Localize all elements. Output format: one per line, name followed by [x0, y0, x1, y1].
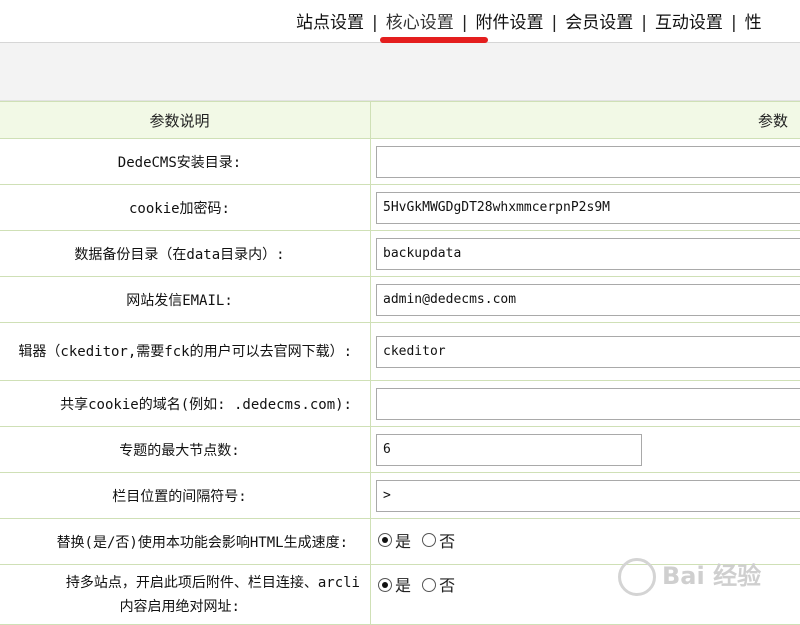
tab-interaction-settings[interactable]: 互动设置 [649, 8, 729, 33]
max-nodes-input[interactable]: 6 [376, 434, 642, 466]
tab-separator: | [370, 13, 380, 33]
top-tab-bar: 站点设置|核心设置|附件设置|会员设置|互动设置|性 [0, 0, 800, 43]
row-label-cookie-key: cookie加密码: [0, 185, 371, 231]
multisite-no-radio[interactable] [422, 578, 436, 592]
multisite-yes-radio[interactable] [378, 578, 392, 592]
table-row: 辑器（ckeditor,需要fck的用户可以去官网下载）: ckeditor [0, 323, 800, 381]
table-row: 持多站点，开启此项后附件、栏目连接、arcli 内容启用绝对网址: 是 否 [0, 565, 800, 625]
tab-attachment-settings[interactable]: 附件设置 [469, 8, 549, 33]
table-row: DedeCMS安装目录: [0, 139, 800, 185]
editor-input[interactable]: ckeditor [376, 336, 800, 368]
replace-no-label: 否 [439, 532, 455, 551]
tab-member-settings[interactable]: 会员设置 [559, 8, 639, 33]
table-row: cookie加密码: 5HvGkMWGDgDT28whxmmcerpnP2s9M [0, 185, 800, 231]
table-row: 栏目位置的间隔符号: > [0, 473, 800, 519]
row-label-replace-toggle: 替换(是/否)使用本功能会影响HTML生成速度: [0, 519, 371, 565]
tab-separator: | [460, 13, 470, 33]
tab-separator: | [639, 13, 649, 33]
table-row: 数据备份目录（在data目录内）: backupdata [0, 231, 800, 277]
replace-radio-group: 是 否 [376, 527, 800, 557]
row-label-editor: 辑器（ckeditor,需要fck的用户可以去官网下载）: [0, 323, 371, 381]
email-input[interactable]: admin@dedecms.com [376, 284, 800, 316]
tab-site-settings[interactable]: 站点设置 [290, 8, 370, 33]
row-label-multisite: 持多站点，开启此项后附件、栏目连接、arcli 内容启用绝对网址: [0, 565, 371, 625]
row-label-install-dir: DedeCMS安装目录: [0, 139, 371, 185]
settings-table: 参数说明 参数 DedeCMS安装目录: cookie加密码: 5HvGkMWG… [0, 101, 800, 625]
header-param-value: 参数 [371, 102, 800, 139]
row-label-email: 网站发信EMAIL: [0, 277, 371, 323]
separator-symbol-input[interactable]: > [376, 480, 800, 512]
table-row: 专题的最大节点数: 6 [0, 427, 800, 473]
tab-separator: | [549, 13, 559, 33]
table-row: 替换(是/否)使用本功能会影响HTML生成速度: 是 否 [0, 519, 800, 565]
cookie-key-input[interactable]: 5HvGkMWGDgDT28whxmmcerpnP2s9M [376, 192, 800, 224]
replace-yes-radio[interactable] [378, 533, 392, 547]
table-header-row: 参数说明 参数 [0, 102, 800, 139]
cookie-domain-input[interactable] [376, 388, 800, 420]
multisite-radio-group: 是 否 [376, 571, 800, 601]
tab-performance-settings[interactable]: 性 [739, 8, 768, 33]
header-param-description: 参数说明 [0, 102, 371, 139]
row-label-backup-dir: 数据备份目录（在data目录内）: [0, 231, 371, 277]
backup-dir-input[interactable]: backupdata [376, 238, 800, 270]
row-label-max-nodes: 专题的最大节点数: [0, 427, 371, 473]
row-label-cookie-domain: 共享cookie的域名(例如: .dedecms.com): [0, 381, 371, 427]
tab-separator: | [729, 13, 739, 33]
settings-tabs: 站点设置|核心设置|附件设置|会员设置|互动设置|性 [290, 8, 768, 33]
tab-core-settings[interactable]: 核心设置 [380, 8, 460, 33]
replace-yes-label: 是 [395, 532, 411, 551]
toolbar-strip [0, 43, 800, 101]
multisite-yes-label: 是 [395, 576, 411, 595]
install-dir-input[interactable] [376, 146, 800, 178]
replace-no-radio[interactable] [422, 533, 436, 547]
table-row: 共享cookie的域名(例如: .dedecms.com): [0, 381, 800, 427]
row-label-multisite-line1: 持多站点，开启此项后附件、栏目连接、arcli [0, 571, 360, 595]
row-label-multisite-line2: 内容启用绝对网址: [0, 595, 360, 619]
multisite-no-label: 否 [439, 576, 455, 595]
table-row: 网站发信EMAIL: admin@dedecms.com [0, 277, 800, 323]
row-label-separator-symbol: 栏目位置的间隔符号: [0, 473, 371, 519]
